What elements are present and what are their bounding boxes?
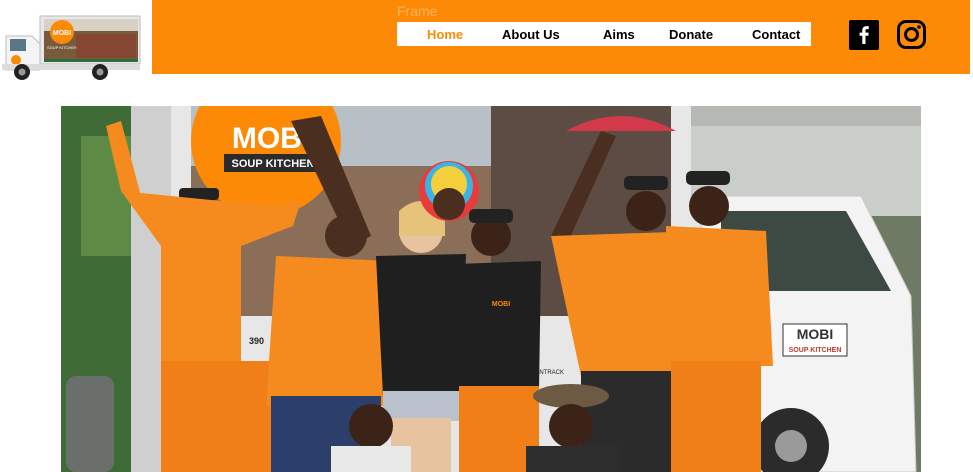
nav-donate[interactable]: Donate (669, 27, 752, 42)
truck-sign-bottom: SOUP KITCHEN (232, 158, 315, 170)
site-logo[interactable]: MOBI SOUP KITCHEN (0, 0, 152, 84)
team-photo-illustration: MOBI SOUP KITCHEN MOBI SOUP KITCHEN 390 … (61, 106, 921, 472)
facebook-icon[interactable] (849, 20, 879, 50)
hero-photo: MOBI SOUP KITCHEN MOBI SOUP KITCHEN 390 … (61, 106, 921, 472)
nav-contact[interactable]: Contact (752, 27, 800, 42)
facebook-glyph (859, 26, 869, 44)
truck-panel-sub: SOUP KITCHEN (47, 45, 77, 50)
shirt-logo: MOBI (492, 301, 510, 308)
plate-digits: 390 (249, 336, 264, 346)
nav-aims[interactable]: Aims (603, 27, 669, 42)
instagram-icon[interactable] (896, 19, 927, 50)
nav-about-us[interactable]: About Us (502, 27, 603, 42)
van-sign-top: MOBI (797, 326, 834, 342)
instagram-glyph (897, 20, 926, 49)
truck-panel-title: MOBI (53, 30, 71, 37)
truck-logo-image: MOBI SOUP KITCHEN (2, 15, 141, 80)
van-sign-bottom: SOUP KITCHEN (789, 347, 842, 354)
frame-label: Frame (397, 3, 438, 19)
main-nav: Home About Us Aims Donate Contact (397, 22, 811, 46)
nav-home[interactable]: Home (427, 27, 502, 42)
